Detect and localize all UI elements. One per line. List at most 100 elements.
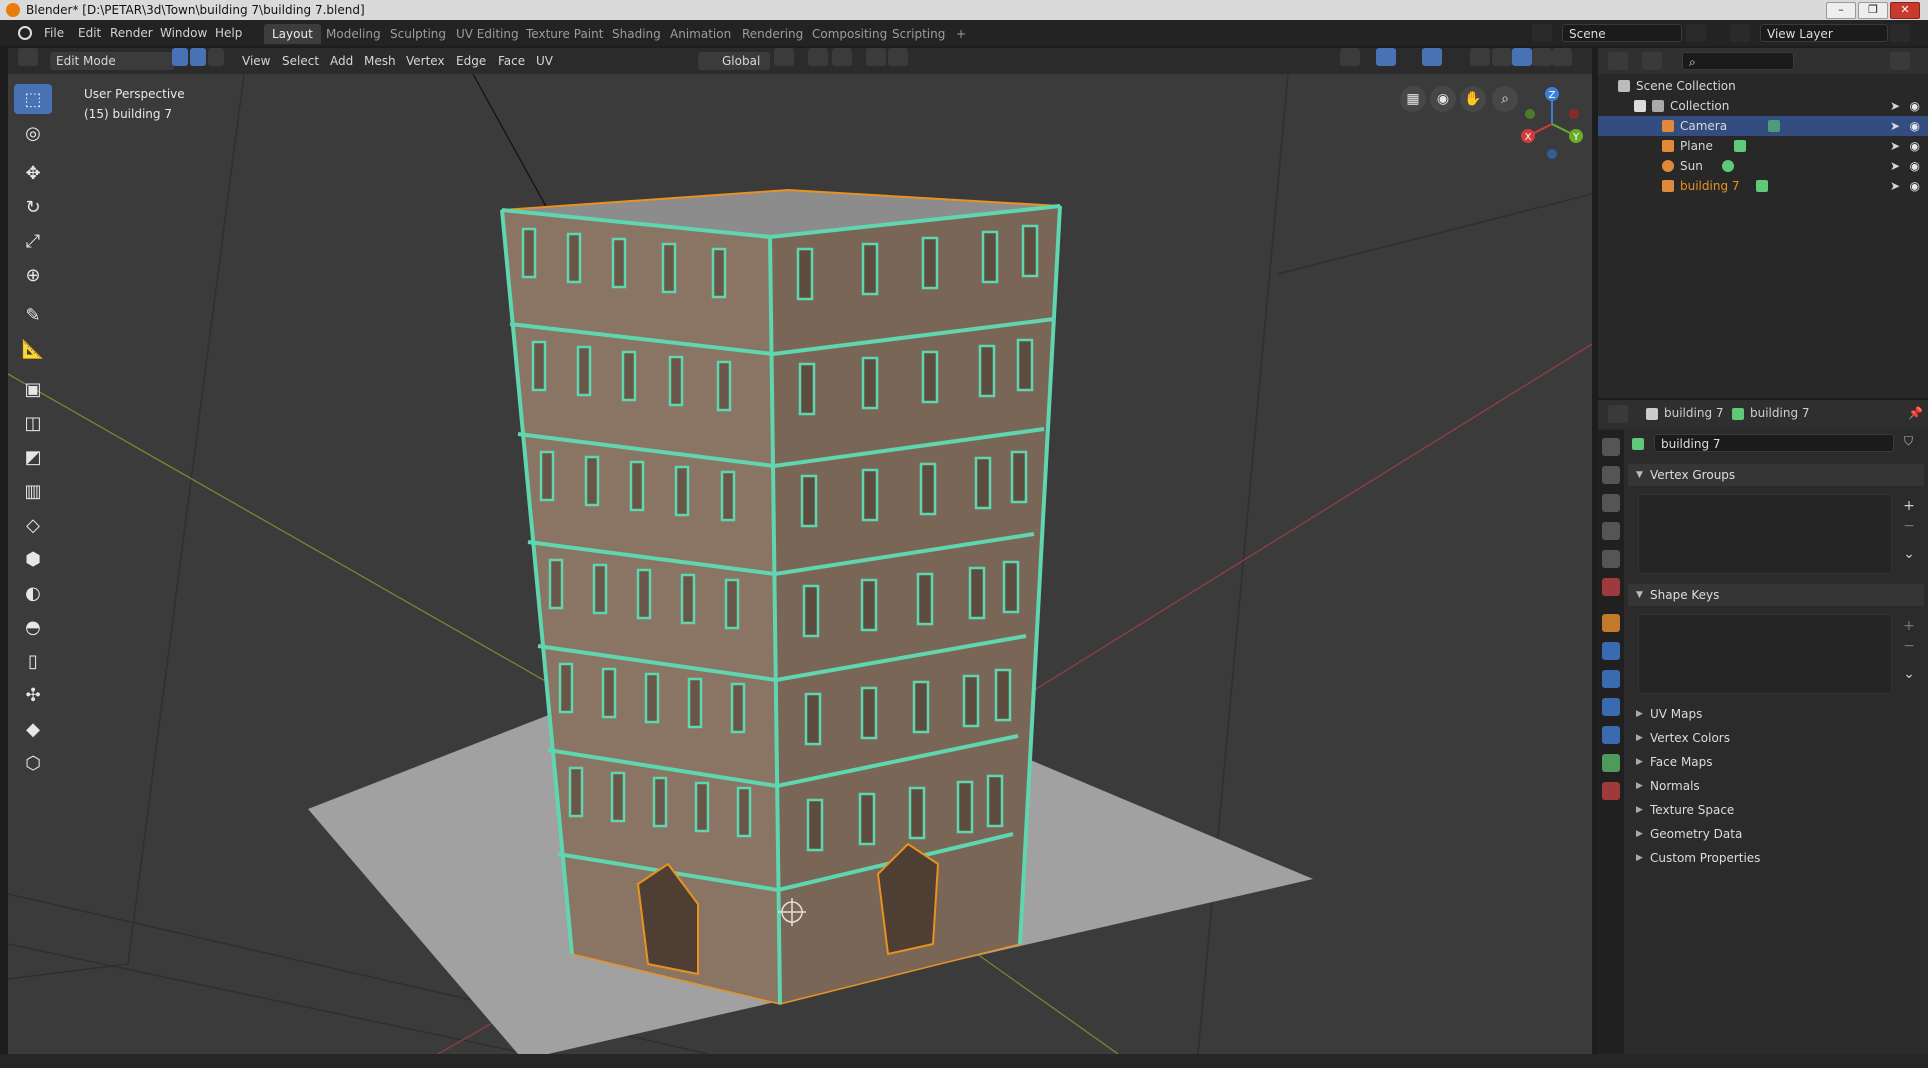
editor-type-icon[interactable] [18, 48, 38, 66]
eye-icon[interactable]: ◉ [1910, 156, 1920, 176]
material-tab-icon[interactable] [1602, 782, 1620, 800]
loop-cut-icon[interactable]: ▥ [14, 476, 52, 506]
shape-keys-list[interactable] [1638, 614, 1892, 694]
panel-geometry-data[interactable]: ▶ Geometry Data [1628, 822, 1924, 846]
menu-view[interactable]: View [236, 52, 276, 70]
tab-compositing[interactable]: Compositing [804, 24, 895, 44]
view-layer-tab-icon[interactable] [1602, 522, 1620, 540]
panel-normals[interactable]: ▶ Normals [1628, 774, 1924, 798]
restrict-select-icon[interactable]: ➤ [1890, 176, 1900, 196]
new-view-layer-icon[interactable] [1890, 24, 1910, 42]
panel-texture-space[interactable]: ▶ Texture Space [1628, 798, 1924, 822]
remove-vertex-group-button[interactable]: − [1900, 518, 1918, 534]
view-layer-icon[interactable] [1730, 24, 1750, 42]
outliner-editor-type-icon[interactable] [1608, 52, 1628, 70]
tree-item-camera[interactable]: Camera ➤ ◉ [1598, 116, 1928, 136]
menu-help[interactable]: Help [215, 26, 242, 40]
pin-icon[interactable]: 📌 [1908, 406, 1923, 420]
menu-add[interactable]: Add [324, 52, 359, 70]
tab-shading[interactable]: Shading [604, 24, 669, 44]
remove-shape-key-button[interactable]: − [1900, 638, 1918, 654]
panel-uv-maps[interactable]: ▶ UV Maps [1628, 702, 1924, 726]
scene-tab-icon[interactable] [1602, 550, 1620, 568]
add-workspace-button[interactable]: + [948, 24, 974, 44]
measure-icon[interactable]: 📐 [14, 334, 52, 364]
tab-animation[interactable]: Animation [662, 24, 739, 44]
gizmo-toggle-icon[interactable] [1376, 48, 1396, 66]
panel-vertex-colors[interactable]: ▶ Vertex Colors [1628, 726, 1924, 750]
outliner-search-input[interactable]: ⌕ [1682, 52, 1794, 70]
world-tab-icon[interactable] [1602, 578, 1620, 596]
spin-icon[interactable]: ◐ [14, 578, 52, 608]
new-scene-icon[interactable] [1686, 24, 1706, 42]
vertex-select-icon[interactable] [172, 48, 188, 66]
overlay-toggle-icon[interactable] [1422, 48, 1442, 66]
solid-shading-icon[interactable] [1512, 48, 1532, 66]
add-shape-key-button[interactable]: + [1900, 618, 1918, 634]
restrict-select-icon[interactable]: ➤ [1890, 136, 1900, 156]
tab-layout[interactable]: Layout [264, 24, 321, 44]
panel-face-maps[interactable]: ▶ Face Maps [1628, 750, 1924, 774]
properties-editor-type-icon[interactable] [1608, 405, 1628, 423]
object-tab-icon[interactable] [1602, 614, 1620, 632]
poly-build-icon[interactable]: ⬢ [14, 544, 52, 574]
constraints-tab-icon[interactable] [1602, 726, 1620, 744]
panel-vertex-groups[interactable]: ▼ Vertex Groups [1628, 464, 1924, 486]
scene-field[interactable]: Scene [1562, 24, 1682, 42]
menu-select[interactable]: Select [276, 52, 325, 70]
tab-modeling[interactable]: Modeling [318, 24, 389, 44]
eye-icon[interactable]: ◉ [1910, 176, 1920, 196]
shape-key-menu-icon[interactable]: ⌄ [1900, 666, 1918, 682]
maximize-button[interactable]: ❐ [1858, 2, 1888, 19]
pivot-point-icon[interactable] [774, 48, 794, 66]
cursor-icon[interactable]: ◎ [14, 118, 52, 148]
particles-tab-icon[interactable] [1602, 670, 1620, 688]
tab-sculpting[interactable]: Sculpting [382, 24, 454, 44]
panel-shape-keys[interactable]: ▼ Shape Keys [1628, 584, 1924, 606]
tab-scripting[interactable]: Scripting [884, 24, 953, 44]
rendered-shading-icon[interactable] [1552, 48, 1572, 66]
tab-texture-paint[interactable]: Texture Paint [518, 24, 611, 44]
restrict-select-icon[interactable]: ➤ [1890, 96, 1900, 116]
extrude-icon[interactable]: ▣ [14, 374, 52, 404]
data-tab-icon[interactable] [1602, 754, 1620, 772]
falloff-icon[interactable] [888, 48, 908, 66]
edge-select-icon[interactable] [190, 48, 206, 66]
mesh-data-name-field[interactable]: building 7 [1654, 434, 1894, 452]
visibility-icon[interactable] [1340, 48, 1360, 66]
minimize-button[interactable]: – [1826, 2, 1856, 19]
camera-view-icon[interactable]: ◉ [1430, 86, 1456, 112]
smooth-icon[interactable]: ◓ [14, 612, 52, 642]
panel-custom-properties[interactable]: ▶ Custom Properties [1628, 846, 1924, 870]
menu-face[interactable]: Face [492, 52, 531, 70]
snap-icon[interactable] [808, 48, 828, 66]
xray-toggle-icon[interactable] [1470, 48, 1490, 66]
menu-mesh[interactable]: Mesh [358, 52, 402, 70]
scale-icon[interactable]: ⤢ [14, 226, 52, 256]
menu-edge[interactable]: Edge [450, 52, 492, 70]
restrict-select-icon[interactable]: ➤ [1890, 116, 1900, 136]
checkbox-icon[interactable] [1634, 100, 1646, 112]
inset-icon[interactable]: ◫ [14, 408, 52, 438]
edge-slide-icon[interactable]: ▯ [14, 646, 52, 676]
pan-hand-icon[interactable]: ✋ [1460, 86, 1486, 112]
vertex-groups-list[interactable] [1638, 494, 1892, 574]
navigation-gizmo[interactable]: Z X Y [1512, 84, 1592, 164]
3d-viewport[interactable]: User Perspective (15) building 7 ▦ ◉ ✋ ⌕… [8, 74, 1592, 1054]
rip-region-icon[interactable]: ⬡ [14, 748, 52, 778]
vertex-group-menu-icon[interactable]: ⌄ [1900, 546, 1918, 562]
tab-uv-editing[interactable]: UV Editing [448, 24, 527, 44]
bevel-icon[interactable]: ◩ [14, 442, 52, 472]
physics-tab-icon[interactable] [1602, 698, 1620, 716]
eye-icon[interactable]: ◉ [1910, 96, 1920, 116]
move-icon[interactable]: ✥ [14, 158, 52, 188]
select-box-icon[interactable]: ⬚ [14, 84, 52, 114]
annotate-icon[interactable]: ✎ [14, 300, 52, 330]
output-tab-icon[interactable] [1602, 494, 1620, 512]
proportional-edit-icon[interactable] [866, 48, 886, 66]
tab-rendering[interactable]: Rendering [734, 24, 811, 44]
render-tab-icon[interactable] [1602, 466, 1620, 484]
snap-target-icon[interactable] [832, 48, 852, 66]
add-vertex-group-button[interactable]: + [1900, 498, 1918, 514]
tree-item-plane[interactable]: Plane ➤ ◉ [1598, 136, 1928, 156]
